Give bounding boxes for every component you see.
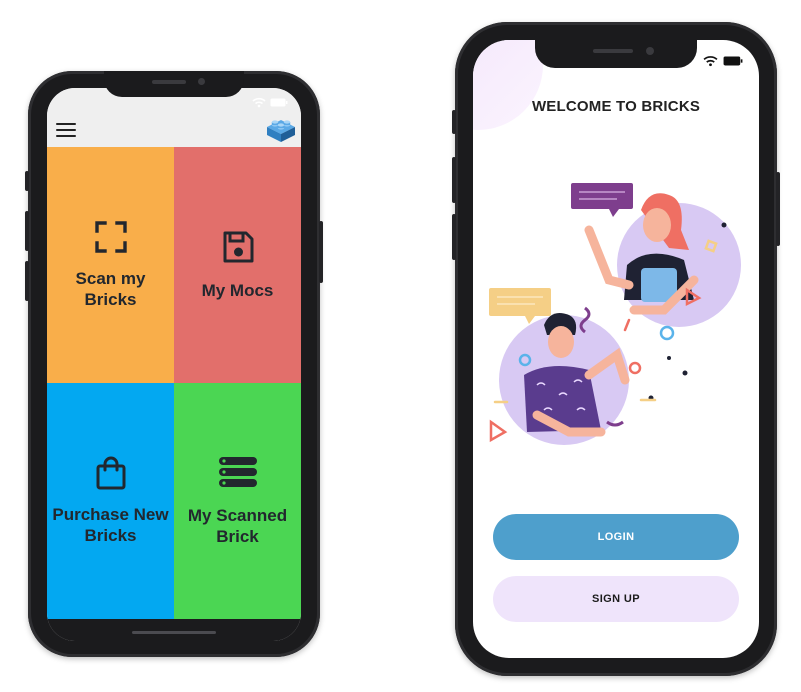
tile-label: Scan my Bricks bbox=[75, 269, 146, 309]
welcome-phone: WELCOME TO BRICKS LOGIN SIGN UP bbox=[452, 22, 780, 676]
sign-up-button[interactable]: SIGN UP bbox=[493, 576, 739, 622]
page-title: WELCOME TO BRICKS bbox=[531, 98, 701, 115]
scan-frame-icon bbox=[94, 221, 127, 253]
front-camera bbox=[198, 78, 205, 85]
mute-switch bbox=[25, 171, 29, 191]
speaker-grille bbox=[593, 49, 633, 53]
tile-label: My Mocs bbox=[201, 280, 274, 300]
menu-phone: Scan my Bricks My Mocs Purchase New Bric… bbox=[25, 71, 323, 657]
bottom-area bbox=[47, 619, 301, 641]
notch bbox=[104, 71, 244, 97]
server-stack-icon bbox=[218, 457, 257, 487]
wifi-icon bbox=[252, 97, 266, 107]
lego-brick-icon bbox=[267, 120, 295, 142]
hamburger-menu-icon[interactable] bbox=[56, 123, 76, 137]
status-bar bbox=[703, 54, 743, 68]
purchase-new-bricks-tile[interactable]: Purchase New Bricks bbox=[47, 383, 174, 619]
status-bar bbox=[252, 95, 288, 109]
floppy-disk-icon bbox=[223, 231, 253, 262]
my-mocs-tile[interactable]: My Mocs bbox=[174, 147, 301, 383]
volume-down-button bbox=[452, 214, 456, 260]
power-button bbox=[319, 221, 323, 283]
volume-up-button bbox=[452, 157, 456, 203]
mute-switch bbox=[452, 110, 456, 134]
menu-screen: Scan my Bricks My Mocs Purchase New Bric… bbox=[47, 88, 301, 641]
battery-icon bbox=[723, 56, 743, 66]
shopping-bag-icon bbox=[96, 456, 125, 490]
welcome-screen: WELCOME TO BRICKS LOGIN SIGN UP bbox=[473, 40, 759, 658]
front-camera bbox=[646, 47, 654, 55]
my-scanned-brick-tile[interactable]: My Scanned Brick bbox=[174, 383, 301, 619]
menu-grid: Scan my Bricks My Mocs Purchase New Bric… bbox=[47, 147, 301, 619]
login-button[interactable]: LOGIN bbox=[493, 514, 739, 560]
tile-label: My Scanned Brick bbox=[187, 506, 288, 546]
speaker-grille bbox=[152, 80, 186, 84]
volume-down-button bbox=[25, 261, 29, 301]
home-indicator[interactable] bbox=[132, 631, 216, 634]
scan-my-bricks-tile[interactable]: Scan my Bricks bbox=[47, 147, 174, 383]
people-chatting-illustration bbox=[489, 183, 741, 445]
battery-icon bbox=[270, 98, 288, 106]
volume-up-button bbox=[25, 211, 29, 251]
wifi-icon bbox=[703, 56, 718, 67]
decorative-blob bbox=[473, 40, 543, 130]
notch bbox=[535, 40, 697, 68]
tile-label: Purchase New Bricks bbox=[52, 505, 169, 545]
power-button bbox=[776, 172, 780, 246]
